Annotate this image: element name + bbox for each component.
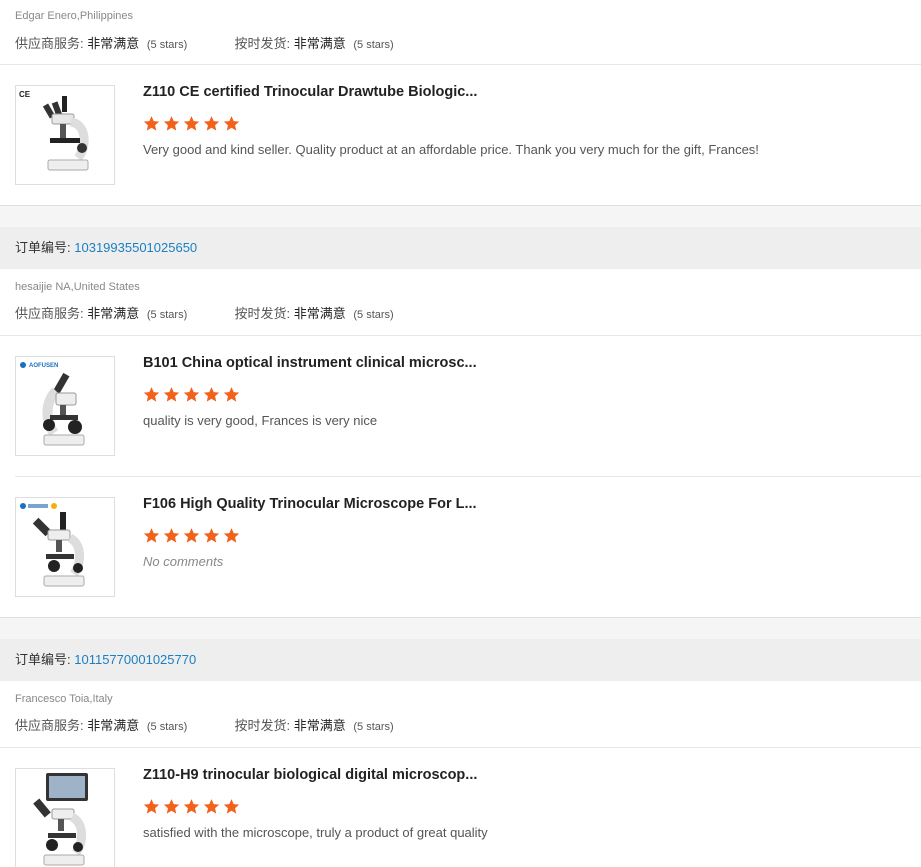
product-thumbnail[interactable] xyxy=(15,768,115,867)
on-time-delivery-stars: (5 stars) xyxy=(353,39,394,51)
product-title-link[interactable]: F106 High Quality Trinocular Microscope … xyxy=(143,496,477,512)
star-icon xyxy=(143,528,160,543)
product-badge: CE xyxy=(19,90,31,99)
star-rating xyxy=(143,798,240,815)
star-icon xyxy=(223,387,240,402)
product-title-link[interactable]: B101 China optical instrument clinical m… xyxy=(143,355,477,371)
divider xyxy=(0,64,921,65)
star-rating xyxy=(143,527,240,544)
supplier-service-value: 非常满意 xyxy=(87,36,140,51)
star-icon xyxy=(223,116,240,131)
order-number-link[interactable]: 10319935501025650 xyxy=(74,240,197,255)
supplier-service-value: 非常满意 xyxy=(87,306,140,321)
star-icon xyxy=(203,387,220,402)
buyer-name: Francesco Toia,Italy xyxy=(15,693,113,705)
product-badge: AOFUSEN xyxy=(29,363,58,369)
trinocular-microscope-image: CE xyxy=(19,90,89,171)
supplier-service-label: 供应商服务: xyxy=(15,36,84,51)
review-comment: Very good and kind seller. Quality produ… xyxy=(143,142,759,157)
order-header: 订单编号: 10115770001025770 xyxy=(0,639,921,681)
on-time-delivery-value: 非常满意 xyxy=(293,718,346,733)
supplier-service-stars: (5 stars) xyxy=(146,721,188,733)
star-icon xyxy=(183,799,200,814)
on-time-delivery-value: 非常满意 xyxy=(293,306,346,321)
on-time-delivery-label: 按时发货: xyxy=(234,36,291,51)
supplier-ratings: 供应商服务: 非常满意 (5 stars) 按时发货: 非常满意 (5 star… xyxy=(15,715,394,734)
order-number-label: 订单编号: xyxy=(15,240,71,255)
star-icon xyxy=(143,116,160,131)
section-separator xyxy=(0,205,921,227)
on-time-delivery-label: 按时发货: xyxy=(234,718,291,733)
star-icon xyxy=(183,387,200,402)
star-icon xyxy=(183,528,200,543)
buyer-name: Edgar Enero,Philippines xyxy=(15,10,134,22)
star-icon xyxy=(223,799,240,814)
supplier-service-label: 供应商服务: xyxy=(15,306,84,321)
supplier-service-stars: (5 stars) xyxy=(146,309,188,321)
digital-microscope-image xyxy=(33,773,88,866)
divider xyxy=(15,476,921,477)
supplier-ratings: 供应商服务: 非常满意 (5 stars) 按时发货: 非常满意 (5 star… xyxy=(15,303,394,322)
star-rating xyxy=(143,386,240,403)
monocular-microscope-image: AOFUSEN xyxy=(20,362,85,446)
star-icon xyxy=(143,799,160,814)
star-icon xyxy=(203,799,220,814)
star-icon xyxy=(163,387,180,402)
star-icon xyxy=(163,799,180,814)
supplier-service-stars: (5 stars) xyxy=(146,39,188,51)
on-time-delivery-value: 非常满意 xyxy=(293,36,346,51)
buyer-name: hesaijie NA,United States xyxy=(15,281,140,293)
product-thumbnail[interactable]: CE xyxy=(15,85,115,185)
star-icon xyxy=(163,528,180,543)
review-comment: quality is very good, Frances is very ni… xyxy=(143,413,378,428)
divider xyxy=(0,747,921,748)
divider xyxy=(0,335,921,336)
on-time-delivery-stars: (5 stars) xyxy=(353,721,394,733)
product-thumbnail[interactable]: AOFUSEN xyxy=(15,356,115,456)
order-number-label: 订单编号: xyxy=(15,652,71,667)
star-icon xyxy=(203,116,220,131)
supplier-ratings: 供应商服务: 非常满意 (5 stars) 按时发货: 非常满意 (5 star… xyxy=(15,33,394,52)
on-time-delivery-stars: (5 stars) xyxy=(353,309,394,321)
star-icon xyxy=(223,528,240,543)
order-header: 订单编号: 10319935501025650 xyxy=(0,227,921,269)
star-icon xyxy=(143,387,160,402)
supplier-service-value: 非常满意 xyxy=(87,718,140,733)
star-rating xyxy=(143,115,240,132)
review-comment: satisfied with the microscope, truly a p… xyxy=(143,825,488,840)
star-icon xyxy=(203,528,220,543)
order-number-link[interactable]: 10115770001025770 xyxy=(74,652,196,667)
review-comment: No comments xyxy=(143,554,224,569)
star-icon xyxy=(183,116,200,131)
trinocular-microscope-image xyxy=(20,503,85,587)
star-icon xyxy=(163,116,180,131)
product-title-link[interactable]: Z110 CE certified Trinocular Drawtube Bi… xyxy=(143,84,477,100)
product-title-link[interactable]: Z110-H9 trinocular biological digital mi… xyxy=(143,767,477,783)
on-time-delivery-label: 按时发货: xyxy=(234,306,291,321)
product-thumbnail[interactable] xyxy=(15,497,115,597)
supplier-service-label: 供应商服务: xyxy=(15,718,84,733)
section-separator xyxy=(0,617,921,639)
